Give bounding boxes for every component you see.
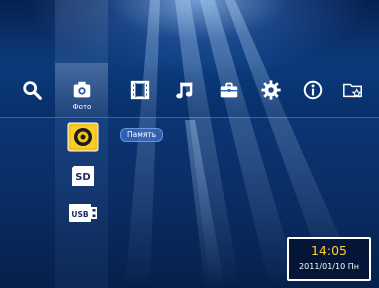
menu-item-favorites[interactable] [341, 78, 365, 102]
clock-time: 14:05 [310, 243, 348, 258]
menu-item-info[interactable] [301, 78, 325, 102]
film-icon [130, 80, 150, 100]
briefcase-icon [220, 82, 238, 98]
menu-item-settings[interactable] [259, 78, 283, 102]
usb-drive-text: USB [71, 210, 88, 219]
storage-item-usb[interactable]: USB [66, 198, 100, 228]
clock-date: 2011/01/10 Пн [299, 262, 359, 271]
search-icon [23, 81, 42, 100]
internal-memory-icon [67, 122, 99, 152]
menu-item-tools[interactable] [217, 78, 241, 102]
storage-item-sd-card[interactable]: SD [66, 161, 100, 191]
favorite-folder-icon [343, 83, 362, 98]
menu-item-video[interactable] [128, 78, 152, 102]
camera-icon [73, 81, 91, 98]
music-icon [176, 82, 193, 99]
usb-drive-icon: USB [69, 204, 97, 222]
info-icon [303, 80, 323, 100]
menu-item-photo-label: Фото [72, 103, 92, 111]
menu-item-music[interactable] [172, 78, 196, 102]
menu-item-search[interactable] [20, 78, 44, 102]
gear-icon [261, 80, 281, 100]
storage-item-internal-memory[interactable] [66, 122, 100, 152]
clock-panel: 14:05 2011/01/10 Пн [287, 237, 371, 281]
sd-card-icon: SD [72, 166, 94, 186]
menu-item-photo[interactable] [70, 78, 94, 102]
storage-location-label: Память [120, 128, 164, 142]
sd-card-text: SD [75, 172, 91, 183]
